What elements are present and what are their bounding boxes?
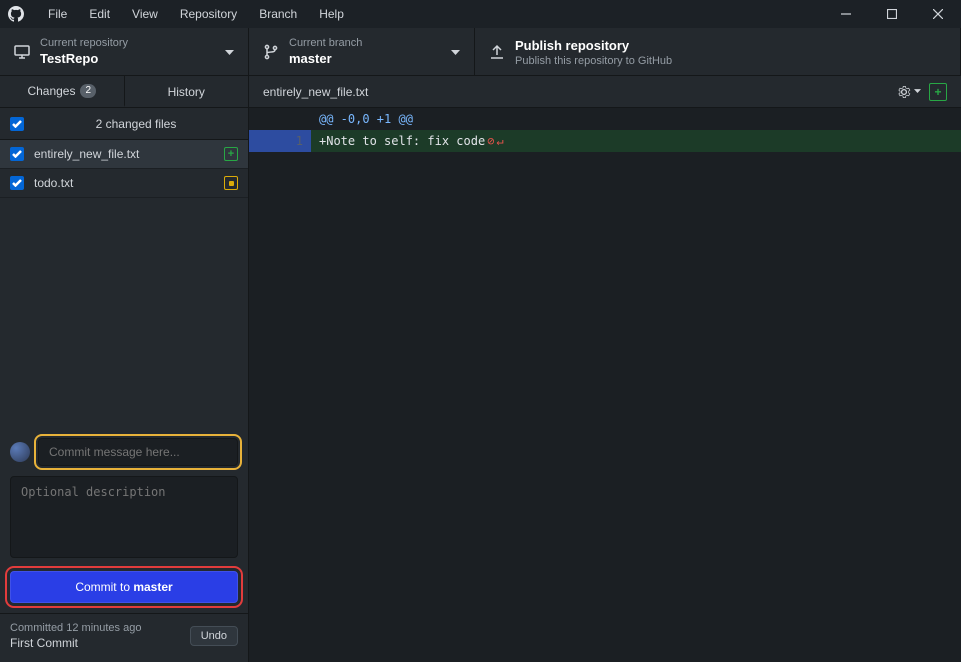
menu-edit[interactable]: Edit [79, 3, 120, 25]
menu-file[interactable]: File [38, 3, 77, 25]
repo-selector[interactable]: Current repository TestRepo [0, 28, 249, 75]
publish-title: Publish repository [515, 38, 672, 53]
menu-help[interactable]: Help [309, 3, 354, 25]
diff-line-added[interactable]: 1 +Note to self: fix code ⊘↵ [249, 130, 961, 152]
diff-panel: entirely_new_file.txt + @@ -0,0 +1 @@ 1 … [249, 76, 961, 662]
monitor-icon [14, 44, 30, 60]
hunk-header-text: @@ -0,0 +1 @@ [311, 108, 413, 130]
diff-header: entirely_new_file.txt + [249, 76, 961, 108]
sidebar-tabs: Changes 2 History [0, 76, 248, 108]
chevron-down-icon [451, 45, 460, 59]
hunk-header: @@ -0,0 +1 @@ [249, 108, 961, 130]
menu-branch[interactable]: Branch [249, 3, 307, 25]
sidebar: Changes 2 History 2 changed files entire… [0, 76, 249, 662]
changed-files-label: 2 changed files [34, 117, 238, 131]
commit-button-branch: master [133, 580, 172, 594]
file-list: entirely_new_file.txt + todo.txt [0, 140, 248, 198]
window-controls [823, 0, 961, 28]
file-status-modified-icon [224, 176, 238, 190]
branch-selector[interactable]: Current branch master [249, 28, 475, 75]
commit-form: Commit to master [0, 430, 248, 613]
file-status-added-icon: + [224, 147, 238, 161]
github-logo-icon [8, 6, 24, 22]
tab-changes[interactable]: Changes 2 [0, 76, 125, 107]
expand-diff-button[interactable]: + [929, 83, 947, 101]
file-name: todo.txt [34, 176, 214, 190]
file-checkbox[interactable] [10, 147, 24, 161]
branch-name: master [289, 51, 362, 66]
toolbar: Current repository TestRepo Current bran… [0, 28, 961, 76]
branch-label: Current branch [289, 37, 362, 49]
commit-description-input[interactable] [10, 476, 238, 558]
close-button[interactable] [915, 0, 961, 28]
last-commit-title: First Commit [10, 636, 190, 650]
carriage-return-icon: ↵ [496, 130, 503, 152]
minimize-button[interactable] [823, 0, 869, 28]
tab-history[interactable]: History [125, 76, 249, 107]
gear-icon [897, 85, 911, 99]
menu-repository[interactable]: Repository [170, 3, 247, 25]
last-commit-footer: Committed 12 minutes ago First Commit Un… [0, 613, 248, 662]
last-commit-meta: Committed 12 minutes ago [10, 622, 190, 634]
git-branch-icon [263, 44, 279, 60]
publish-button[interactable]: Publish repository Publish this reposito… [475, 28, 961, 75]
changes-header: 2 changed files [0, 108, 248, 140]
main-menu: File Edit View Repository Branch Help [38, 3, 354, 25]
file-checkbox[interactable] [10, 176, 24, 190]
new-line-number: 1 [280, 130, 311, 152]
tab-changes-label: Changes [27, 84, 75, 98]
no-newline-icon: ⊘ [487, 130, 494, 152]
file-name: entirely_new_file.txt [34, 147, 214, 161]
chevron-down-icon [225, 45, 234, 59]
upload-icon [489, 44, 505, 60]
publish-subtitle: Publish this repository to GitHub [515, 55, 672, 67]
maximize-button[interactable] [869, 0, 915, 28]
menu-view[interactable]: View [122, 3, 168, 25]
file-row[interactable]: todo.txt [0, 169, 248, 198]
file-row[interactable]: entirely_new_file.txt + [0, 140, 248, 169]
titlebar: File Edit View Repository Branch Help [0, 0, 961, 28]
commit-summary-input[interactable] [38, 438, 238, 466]
diff-settings-button[interactable] [897, 85, 921, 99]
commit-button-prefix: Commit to [75, 580, 133, 594]
avatar [10, 442, 30, 462]
repo-label: Current repository [40, 37, 128, 49]
commit-button[interactable]: Commit to master [10, 571, 238, 603]
chevron-down-icon [914, 89, 921, 94]
repo-name: TestRepo [40, 51, 128, 66]
changes-count-badge: 2 [80, 84, 96, 98]
undo-button[interactable]: Undo [190, 626, 238, 646]
line-gutter: 1 [249, 130, 311, 152]
diff-line-content: +Note to self: fix code ⊘↵ [311, 130, 961, 152]
tab-history-label: History [168, 85, 205, 99]
select-all-checkbox[interactable] [10, 117, 24, 131]
diff-filename: entirely_new_file.txt [263, 85, 889, 99]
